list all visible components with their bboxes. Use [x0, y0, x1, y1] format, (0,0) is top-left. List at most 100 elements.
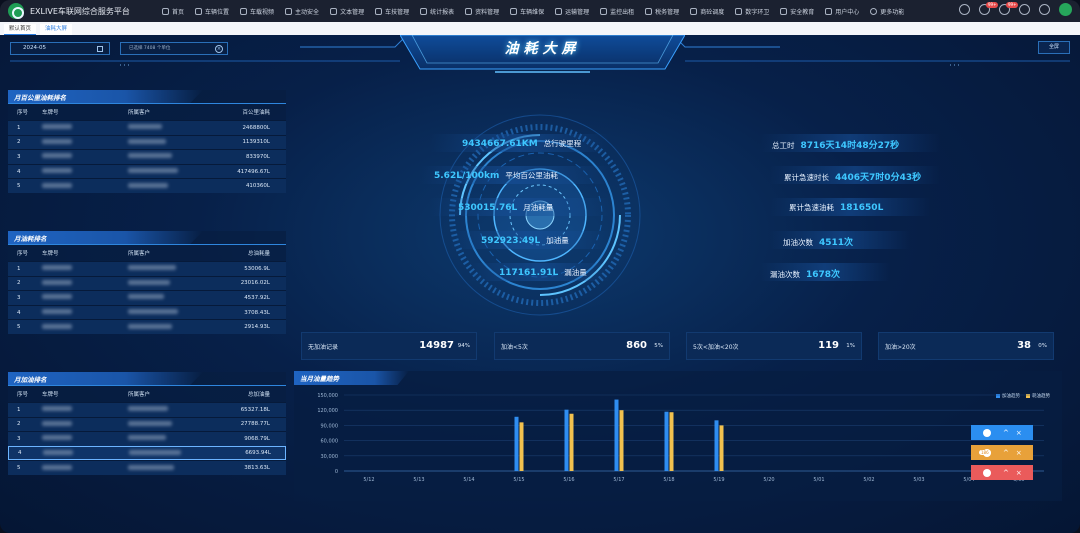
user-icon [825, 7, 833, 15]
redacted-owner [128, 124, 162, 130]
y-tick-label: 90,000 [321, 423, 339, 429]
redacted-plate [42, 406, 72, 412]
chevron-up-icon[interactable]: ^ [1003, 469, 1009, 477]
menu-item-maintenance[interactable]: 车辆维保 [510, 7, 544, 16]
x-tick-label: 5/14 [463, 477, 474, 483]
menu-item-vehicle-tech[interactable]: 车技管理 [375, 7, 409, 16]
bar-refuel [664, 411, 669, 471]
menu-item-education[interactable]: 安全教育 [780, 7, 814, 16]
redacted-plate [42, 265, 72, 271]
table-row[interactable]: 5 2914.93L [8, 319, 286, 334]
y-tick-label: 60,000 [321, 439, 339, 445]
panel-title: 月百公里油耗排名 [14, 94, 66, 102]
video-icon [240, 7, 248, 15]
month-picker[interactable]: 2024-05 [10, 42, 110, 55]
redacted-plate [42, 182, 72, 188]
avatar[interactable] [1059, 3, 1072, 16]
y-tick-label: 30,000 [321, 454, 339, 460]
table-row[interactable]: 2 23016.02L [8, 275, 286, 291]
app-logo-icon [8, 3, 24, 19]
close-icon[interactable]: × [1016, 469, 1022, 477]
car-icon [375, 7, 383, 15]
table-header: 序号 车牌号 所属客户 百公里油耗 [17, 110, 270, 116]
folder-icon [465, 7, 473, 15]
menu-item-tax[interactable]: 税务管理 [645, 7, 679, 16]
redacted-owner [128, 153, 172, 159]
menu-item-reports[interactable]: 统计报表 [420, 7, 454, 16]
y-tick-label: 0 [335, 469, 338, 475]
redacted-plate [42, 435, 72, 441]
chart-header: 当月油量趋势 [294, 371, 1062, 385]
x-tick-label: 5/01 [813, 477, 824, 483]
table-row[interactable]: 5 410360L [8, 178, 286, 193]
menu-item-sanitation[interactable]: 数字环卫 [735, 7, 769, 16]
redacted-plate [42, 168, 72, 174]
bar-refuel [564, 409, 569, 471]
close-icon[interactable]: × [215, 45, 223, 53]
floating-widget-notices[interactable]: 186 ^ × [971, 445, 1033, 460]
menu-item-more[interactable]: 更多功能 [870, 7, 904, 16]
table-row[interactable]: 1 2468800L [8, 120, 286, 135]
ranking-table: 序号 车牌号 所属客户 总加油量 1 65327.18L 2 27788.77L 3… [8, 386, 286, 475]
vehicle-selector[interactable]: 已选择 7408 个单位 × [120, 42, 228, 55]
fuel-trend-chart-panel: 当月油量趋势 加油趋势 耗油趋势 150,000 120,000 90,000 60,… [294, 371, 1062, 501]
redacted-owner [128, 265, 176, 271]
redacted-owner [128, 406, 168, 412]
menu-item-vehicle-location[interactable]: 车辆位置 [195, 7, 229, 16]
calendar-icon [97, 46, 103, 52]
table-row[interactable]: 2 1139310L [8, 134, 286, 150]
sanitation-icon [735, 7, 743, 15]
chevron-up-icon[interactable]: ^ [1003, 449, 1009, 457]
table-row-selected[interactable]: 4 6693.94L [8, 445, 286, 461]
menu-item-text[interactable]: 文本管理 [330, 7, 364, 16]
table-row[interactable]: 1 65327.18L [8, 402, 286, 417]
close-icon[interactable]: × [1016, 449, 1022, 457]
fuel-trend-chart: 150,000 120,000 90,000 60,000 30,000 0 5/12 5/1… [317, 393, 1044, 483]
menu-item-user-center[interactable]: 用户中心 [825, 7, 859, 16]
table-row[interactable]: 5 3813.63L [8, 460, 286, 475]
app-title: EXLIVE车联网综合服务平台 [30, 6, 130, 16]
menu-item-active-safety[interactable]: 主动安全 [285, 7, 319, 16]
table-row[interactable]: 2 27788.77L [8, 416, 286, 432]
table-row[interactable]: 4 3708.43L [8, 304, 286, 320]
bar-consumption [669, 412, 674, 471]
title-frame: 油耗大屏 [400, 35, 685, 73]
panel-header: 月油耗排名 [8, 231, 286, 245]
floating-widget-warnings[interactable]: ^ × [971, 465, 1033, 480]
x-tick-label: 5/12 [363, 477, 374, 483]
gear-icon[interactable] [1039, 4, 1050, 15]
table-row[interactable]: 1 53006.9L [8, 261, 286, 276]
menu-item-concrete[interactable]: 商砼调度 [690, 7, 724, 16]
table-row[interactable]: 3 833970L [8, 149, 286, 164]
chevron-up-icon[interactable]: ^ [1003, 429, 1009, 437]
redacted-plate [42, 279, 72, 285]
floating-widget-alerts[interactable]: ^ × [971, 425, 1033, 440]
stat-total-worktime: 总工时 8716天14时48分27秒 [772, 141, 900, 151]
more-icon [870, 7, 878, 15]
redacted-owner [128, 464, 174, 470]
table-row[interactable]: 3 4537.92L [8, 290, 286, 305]
menu-item-taxi[interactable]: 监控出租 [600, 7, 634, 16]
menu-item-data[interactable]: 资料管理 [465, 7, 499, 16]
tab-default-home[interactable]: 默认首页 [4, 24, 37, 35]
help-icon[interactable] [1019, 4, 1030, 15]
tab-fuel-dashboard[interactable]: 油耗大屏 [40, 24, 73, 35]
message-icon[interactable]: 99+ [999, 2, 1019, 15]
mixer-icon [690, 7, 698, 15]
close-icon[interactable]: × [1016, 429, 1022, 437]
menu-item-transport[interactable]: 运输管理 [555, 7, 589, 16]
table-row[interactable]: 3 9068.79L [8, 431, 286, 446]
refuel-card-lt5: 加油<5次 860 5% [494, 332, 670, 360]
notification-icon[interactable]: 99+ [979, 2, 999, 15]
menu-item-home[interactable]: 首页 [162, 7, 184, 16]
redacted-plate [42, 323, 72, 329]
bell-icon: 186 [979, 448, 991, 457]
menu-item-video[interactable]: 车载视频 [240, 7, 274, 16]
search-icon[interactable] [959, 4, 970, 15]
chart-title: 当月油量趋势 [300, 375, 339, 383]
fullscreen-button[interactable]: 全屏 [1038, 41, 1070, 54]
y-tick-label: 120,000 [317, 408, 338, 414]
refuel-card-gt20: 加油>20次 38 0% [878, 332, 1054, 360]
table-row[interactable]: 4 417496.67L [8, 163, 286, 179]
stat-idle-consumption: 累计急速油耗 181650L [789, 203, 884, 213]
